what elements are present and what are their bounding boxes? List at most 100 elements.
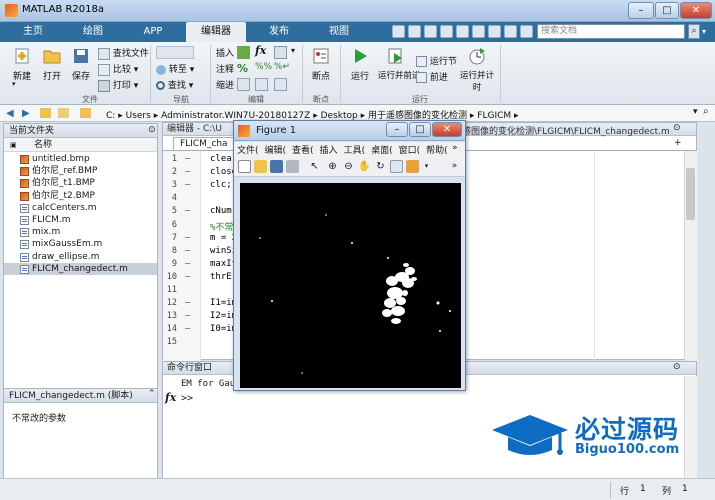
advance-button[interactable]: 前进: [416, 70, 448, 83]
percent-comment-icon[interactable]: %: [237, 62, 250, 75]
list-item[interactable]: 伯尔尼_ref.BMP: [4, 165, 157, 177]
figure-minimize-button[interactable]: –: [386, 122, 408, 137]
compare-button[interactable]: 比较 ▾: [98, 62, 138, 76]
pointer-icon[interactable]: ↖: [308, 160, 321, 173]
breakpoint-marker[interactable]: —: [185, 324, 190, 334]
maximize-button[interactable]: □: [655, 2, 679, 19]
quick-save-icon[interactable]: [392, 25, 405, 38]
quick-help-icon[interactable]: [504, 25, 517, 38]
new-tab-icon[interactable]: +: [674, 138, 682, 148]
toolbar-overflow-icon[interactable]: »: [448, 160, 461, 173]
panel-menu-icon[interactable]: ⊙: [148, 125, 156, 135]
forward-icon[interactable]: ▶: [22, 108, 30, 119]
list-item[interactable]: 伯尔尼_t2.BMP: [4, 190, 157, 202]
open-button[interactable]: 打开: [38, 46, 66, 82]
breakpoint-marker[interactable]: —: [185, 180, 190, 190]
run-section-button[interactable]: 运行节: [416, 54, 457, 67]
tab-editor[interactable]: 编辑器: [186, 22, 246, 42]
tab-home[interactable]: 主页: [8, 22, 58, 42]
quick-paste-icon[interactable]: [440, 25, 453, 38]
fx-icon[interactable]: fx: [255, 44, 266, 57]
insert-button[interactable]: 插入: [216, 46, 234, 59]
new-figure-icon[interactable]: [238, 160, 251, 173]
search-input[interactable]: 搜索文档: [537, 24, 685, 39]
breakpoint-marker[interactable]: —: [185, 167, 190, 177]
zoom-in-icon[interactable]: ⊕: [326, 160, 339, 173]
list-item[interactable]: FLICM.m: [4, 214, 157, 226]
zoom-out-icon[interactable]: ⊖: [342, 160, 355, 173]
menu-tools[interactable]: 工具(: [341, 142, 369, 157]
find-files-button[interactable]: 查找文件: [98, 46, 149, 60]
code-line[interactable]: %不常: [210, 220, 233, 233]
nav-back-forward[interactable]: [156, 46, 194, 59]
list-item-selected[interactable]: FLICM_changedect.m: [4, 262, 157, 275]
menu-desktop[interactable]: 桌面(: [368, 142, 396, 157]
rotate-icon[interactable]: ↻: [374, 160, 387, 173]
path-seg[interactable]: C:: [106, 111, 115, 121]
quick-cut-icon[interactable]: [408, 25, 421, 38]
goto-button[interactable]: 转至 ▾: [156, 62, 194, 75]
editor-scroll-thumb[interactable]: [686, 168, 695, 220]
list-item[interactable]: mixGaussEm.m: [4, 238, 157, 250]
code-line[interactable]: thrE: [210, 272, 232, 282]
command-prompt[interactable]: >>: [181, 393, 193, 404]
breakpoints-button[interactable]: 断点: [306, 46, 336, 82]
breakpoint-marker[interactable]: —: [185, 311, 190, 321]
breakpoint-marker[interactable]: —: [185, 259, 190, 269]
breakpoint-marker[interactable]: —: [185, 298, 190, 308]
tab-plots[interactable]: 绘图: [66, 22, 120, 42]
path-dropdown-icon[interactable]: ▾: [693, 107, 698, 117]
breakpoint-marker[interactable]: —: [185, 246, 190, 256]
menu-view[interactable]: 查看(: [289, 142, 317, 157]
breakpoint-marker[interactable]: —: [185, 154, 190, 164]
find-button[interactable]: 查找 ▾: [156, 78, 193, 91]
fx-icon[interactable]: fx: [165, 391, 176, 404]
uncomment-icon[interactable]: %%: [255, 62, 272, 75]
minimize-button[interactable]: –: [628, 2, 654, 19]
breakpoint-marker[interactable]: —: [185, 272, 190, 282]
collapse-details-icon[interactable]: ⌃: [148, 389, 156, 399]
tab-publish[interactable]: 发布: [252, 22, 306, 42]
pan-icon[interactable]: ✋: [358, 160, 371, 173]
brush-dropdown-icon[interactable]: ▾: [420, 160, 433, 173]
list-item[interactable]: calcCenters.m: [4, 202, 157, 214]
figure-close-button[interactable]: ✕: [432, 122, 462, 137]
print-button[interactable]: 打印 ▾: [98, 78, 138, 92]
insert-dropdown-icon[interactable]: ▾: [291, 46, 295, 55]
figure-title-bar[interactable]: Figure 1 – □ ✕: [234, 121, 465, 141]
menu-file[interactable]: 文件(: [234, 142, 262, 157]
browse-folder-icon[interactable]: [58, 108, 69, 118]
path-search-icon[interactable]: ⌕: [703, 106, 709, 117]
quick-copy-icon[interactable]: [424, 25, 437, 38]
save-button[interactable]: 保存: [67, 46, 95, 82]
menu-overflow-icon[interactable]: »: [452, 143, 458, 153]
tab-apps[interactable]: APP: [126, 22, 180, 42]
path-seg[interactable]: Users: [126, 111, 151, 121]
close-button[interactable]: ✕: [680, 2, 712, 19]
breakpoint-marker[interactable]: —: [185, 233, 190, 243]
figure-maximize-button[interactable]: □: [409, 122, 431, 137]
quick-dropdown-icon[interactable]: [520, 25, 533, 38]
new-dropdown-icon[interactable]: ▾: [12, 80, 16, 88]
tab-view[interactable]: 视图: [312, 22, 366, 42]
figure-window[interactable]: Figure 1 – □ ✕ 文件(编辑(查看(插入 工具(桌面(窗口(帮助( »…: [233, 120, 466, 391]
collapse-ribbon-icon[interactable]: ▾: [702, 24, 712, 39]
path-seg[interactable]: FLGICM: [477, 111, 511, 121]
code-line[interactable]: cNum: [210, 206, 232, 216]
run-advance-button[interactable]: 运行并前进: [378, 46, 421, 81]
insert-section-icon[interactable]: [237, 46, 250, 59]
open-file-icon[interactable]: [254, 160, 267, 173]
indent-button[interactable]: 缩进: [216, 78, 234, 91]
command-menu-icon[interactable]: ⊙: [673, 362, 681, 372]
run-time-button[interactable]: 运行并计时: [460, 46, 494, 93]
quick-undo-icon[interactable]: [456, 25, 469, 38]
insert-function-icon[interactable]: [274, 46, 287, 59]
smart-indent-icon[interactable]: [237, 78, 250, 91]
code-line[interactable]: clc;: [210, 180, 232, 190]
print-figure-icon[interactable]: [286, 160, 299, 173]
decrease-indent-icon[interactable]: [274, 78, 287, 91]
figure-canvas[interactable]: [240, 183, 461, 388]
data-cursor-icon[interactable]: [390, 160, 403, 173]
list-item[interactable]: 伯尔尼_t1.BMP: [4, 177, 157, 189]
back-icon[interactable]: ◀: [6, 108, 14, 119]
